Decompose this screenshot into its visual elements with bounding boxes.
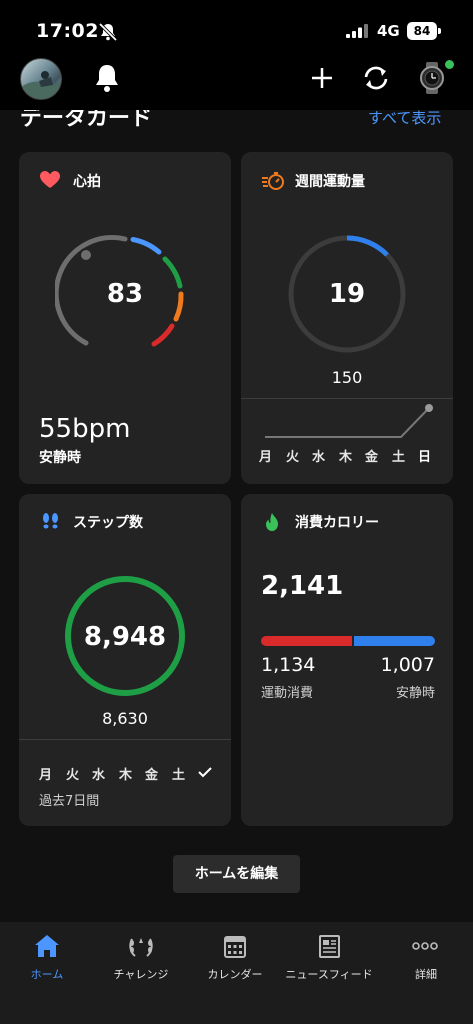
stopwatch-icon (262, 172, 284, 190)
weekly-trend-line (265, 404, 433, 438)
battery-level: 84 (407, 22, 437, 40)
steps-goal: 8,630 (102, 709, 148, 728)
resting-calories-value: 1,007 (380, 654, 435, 676)
weekly-activity-card[interactable]: 週間運動量 19 150 月 火 水 木 金 土 日 (241, 152, 453, 484)
network-type: 4G (377, 22, 400, 40)
calories-total: 2,141 (261, 571, 344, 601)
tab-newsfeed[interactable]: ニュースフィード (282, 930, 376, 990)
resting-calories-label: 安静時 (395, 686, 435, 701)
edit-home-button[interactable]: ホームを編集 (173, 855, 300, 893)
weekly-activity-value: 19 (328, 279, 366, 309)
avatar-image (21, 71, 61, 99)
header-bar (0, 0, 473, 110)
heart-rate-value: 83 (106, 279, 144, 309)
resting-bpm: 55bpm (39, 414, 131, 444)
tab-calendar[interactable]: カレンダー (188, 930, 282, 990)
avatar[interactable] (20, 58, 62, 100)
day-label-fri: 金 (365, 450, 379, 465)
battery-tip (438, 28, 441, 34)
active-calories-value: 1,134 (261, 654, 316, 676)
day-label-fri: 金 (145, 768, 159, 783)
home-icon (35, 935, 59, 957)
day-label-thu: 木 (119, 768, 133, 783)
active-calories-bar (261, 636, 352, 646)
day-label-mon: 月 (259, 450, 273, 465)
connection-status-dot (445, 60, 454, 69)
day-label-tue: 火 (286, 450, 300, 465)
day-label-mon: 月 (39, 768, 53, 783)
steps-card-title: ステップ数 (73, 515, 143, 531)
tab-home-label: ホーム (30, 968, 64, 981)
resting-label: 安静時 (39, 450, 81, 466)
day-label-sun: 日 (418, 450, 432, 465)
day-label-thu: 木 (339, 450, 353, 465)
tab-calendar-label: カレンダー (207, 968, 263, 981)
tab-more[interactable]: 詳細 (376, 930, 473, 990)
sync-icon[interactable] (358, 60, 394, 96)
laurel-icon (129, 938, 153, 957)
tab-challenge-label: チャレンジ (113, 968, 169, 981)
active-calories-label: 運動消費 (261, 686, 314, 701)
bell-icon[interactable] (89, 60, 125, 96)
day-label-tue: 火 (66, 768, 80, 783)
weekly-divider (241, 398, 453, 399)
tab-home[interactable]: ホーム (0, 930, 94, 990)
footprints-icon (43, 513, 58, 529)
day-label-sat: 土 (392, 450, 406, 465)
cellular-signal-icon (346, 24, 368, 38)
checkmark-icon (198, 767, 212, 778)
weekly-card-title: 週間運動量 (295, 174, 365, 190)
calories-card-title: 消費カロリー (295, 515, 379, 531)
heart-card-title: 心拍 (73, 174, 101, 190)
day-label-sat: 土 (172, 768, 186, 783)
steps-period: 過去7日間 (39, 794, 100, 809)
weekly-activity-goal: 150 (331, 368, 363, 387)
tab-more-label: 詳細 (415, 968, 437, 981)
day-label-wed: 水 (92, 768, 106, 783)
more-icon (412, 942, 438, 950)
heart-rate-card[interactable]: 心拍 83 55bpm 安静時 (19, 152, 231, 484)
bell-off-icon (98, 22, 118, 42)
calories-card[interactable]: 消費カロリー 2,141 1,134 運動消費 1,007 安静時 (241, 494, 453, 826)
add-icon[interactable] (304, 60, 340, 96)
heart-icon (40, 171, 60, 188)
status-time: 17:02 (36, 20, 99, 42)
steps-value: 8,948 (83, 622, 167, 652)
see-all-link[interactable]: すべて表示 (368, 107, 441, 128)
flame-icon (266, 513, 278, 531)
calendar-icon (224, 936, 246, 958)
steps-card[interactable]: ステップ数 8,948 8,630 月 火 水 木 金 土 過去7日間 (19, 494, 231, 826)
news-icon (319, 935, 340, 958)
day-label-wed: 水 (312, 450, 326, 465)
tab-challenge[interactable]: チャレンジ (94, 930, 188, 990)
tab-newsfeed-label: ニュースフィード (285, 968, 373, 981)
calories-split-bar (261, 636, 435, 646)
resting-calories-bar (354, 636, 435, 646)
steps-divider (19, 739, 231, 740)
